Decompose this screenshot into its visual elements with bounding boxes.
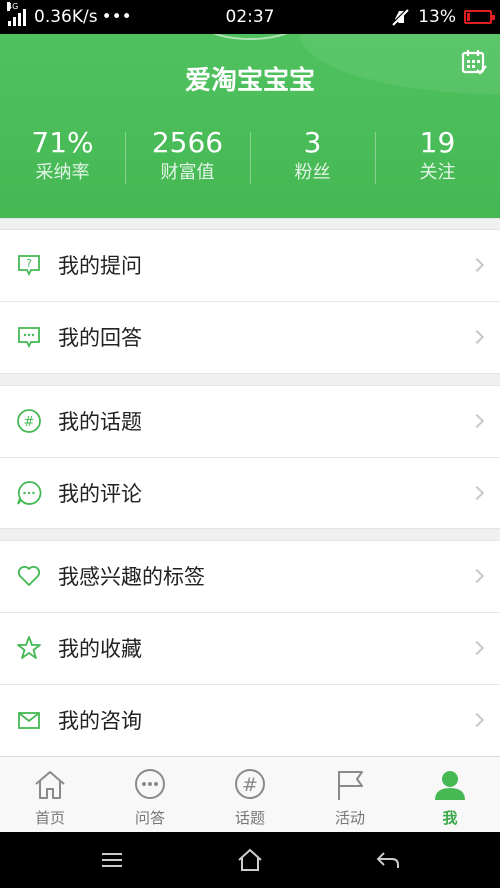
stat-following[interactable]: 19 关注 [375, 126, 500, 190]
section-separator [0, 373, 500, 386]
menu-item-label: 我的提问 [58, 254, 142, 278]
section-separator [0, 528, 500, 541]
menu-item-my-favorites[interactable]: 我的收藏 [0, 613, 500, 683]
chevron-right-icon [469, 485, 485, 501]
menu-item-label: 我的回答 [58, 326, 142, 350]
tab-label: 问答 [134, 809, 165, 827]
tab-label: 我 [442, 809, 458, 827]
menu-item-my-questions[interactable]: ? 我的提问 [0, 230, 500, 300]
hashtag-icon: # [235, 769, 265, 799]
menu-item-label: 我的咨询 [58, 709, 142, 733]
battery-icon [464, 10, 495, 24]
chevron-right-icon [469, 257, 485, 273]
menu-item-interested-tags[interactable]: 我感兴趣的标签 [0, 541, 500, 611]
system-nav-bar [0, 832, 500, 888]
stat-value: 3 [303, 126, 322, 159]
bottom-tab-bar: 首页 问答 # 话题 活动 我 [0, 756, 500, 832]
star-icon [17, 636, 41, 659]
mail-icon [18, 712, 40, 729]
menu-item-label: 我的收藏 [58, 637, 142, 661]
calendar-icon[interactable] [460, 48, 488, 76]
profile-header: 爱淘宝宝宝 71% 采纳率 2566 财富值 3 粉丝 19 关注 [0, 34, 500, 218]
chevron-right-icon [469, 712, 485, 728]
hashtag-icon: # [17, 409, 41, 433]
heart-icon [17, 565, 41, 586]
question-icon: ? [18, 255, 40, 277]
section-separator [0, 218, 500, 230]
menu-item-label: 我的评论 [58, 482, 142, 506]
menu-item-my-consultations[interactable]: 我的咨询 [0, 685, 500, 755]
chevron-right-icon [469, 640, 485, 656]
battery-percent: 13% [418, 7, 456, 27]
comment-icon [17, 481, 42, 505]
flag-icon [338, 771, 363, 800]
stat-value: 2566 [151, 126, 224, 159]
tab-topics[interactable]: # 话题 [200, 757, 300, 832]
svg-text:#: # [242, 774, 258, 796]
person-icon [435, 771, 465, 800]
mute-icon [391, 7, 410, 27]
chevron-right-icon [469, 413, 485, 429]
stat-value: 19 [419, 126, 456, 159]
status-right: 13% [390, 0, 495, 34]
stats-bar: 71% 采纳率 2566 财富值 3 粉丝 19 关注 [0, 126, 500, 190]
stat-adoption-rate[interactable]: 71% 采纳率 [0, 126, 125, 190]
tab-me[interactable]: 我 [400, 757, 500, 832]
tab-home[interactable]: 首页 [0, 757, 100, 832]
tab-qa[interactable]: 问答 [100, 757, 200, 832]
stat-label: 关注 [419, 162, 456, 183]
home-button-icon[interactable] [236, 846, 264, 874]
chevron-right-icon [469, 568, 485, 584]
stat-label: 粉丝 [294, 162, 331, 183]
menu-item-my-topics[interactable]: # 我的话题 [0, 386, 500, 456]
chat-icon [135, 769, 165, 799]
stat-followers[interactable]: 3 粉丝 [250, 126, 375, 190]
stat-wealth[interactable]: 2566 财富值 [125, 126, 250, 190]
svg-text:?: ? [26, 257, 32, 270]
chevron-right-icon [469, 329, 485, 345]
tab-activities[interactable]: 活动 [300, 757, 400, 832]
svg-text:#: # [24, 415, 35, 430]
menu-item-label: 我感兴趣的标签 [58, 565, 205, 589]
tab-label: 活动 [334, 809, 365, 827]
tab-label: 话题 [234, 809, 265, 827]
stat-label: 采纳率 [35, 162, 90, 183]
username: 爱淘宝宝宝 [184, 66, 315, 96]
tab-label: 首页 [34, 809, 65, 827]
back-icon[interactable] [374, 846, 402, 874]
home-icon [35, 771, 65, 799]
stat-label: 财富值 [160, 162, 215, 183]
answer-icon [18, 327, 40, 349]
menu-item-my-comments[interactable]: 我的评论 [0, 458, 500, 528]
header-decoration [200, 34, 300, 40]
menu-item-my-answers[interactable]: 我的回答 [0, 302, 500, 372]
status-bar: 4G 0.36K/s ••• 02:37 13% [0, 0, 500, 34]
stat-value: 71% [31, 126, 94, 159]
menu-item-label: 我的话题 [58, 410, 142, 434]
menu-icon[interactable] [98, 846, 126, 874]
